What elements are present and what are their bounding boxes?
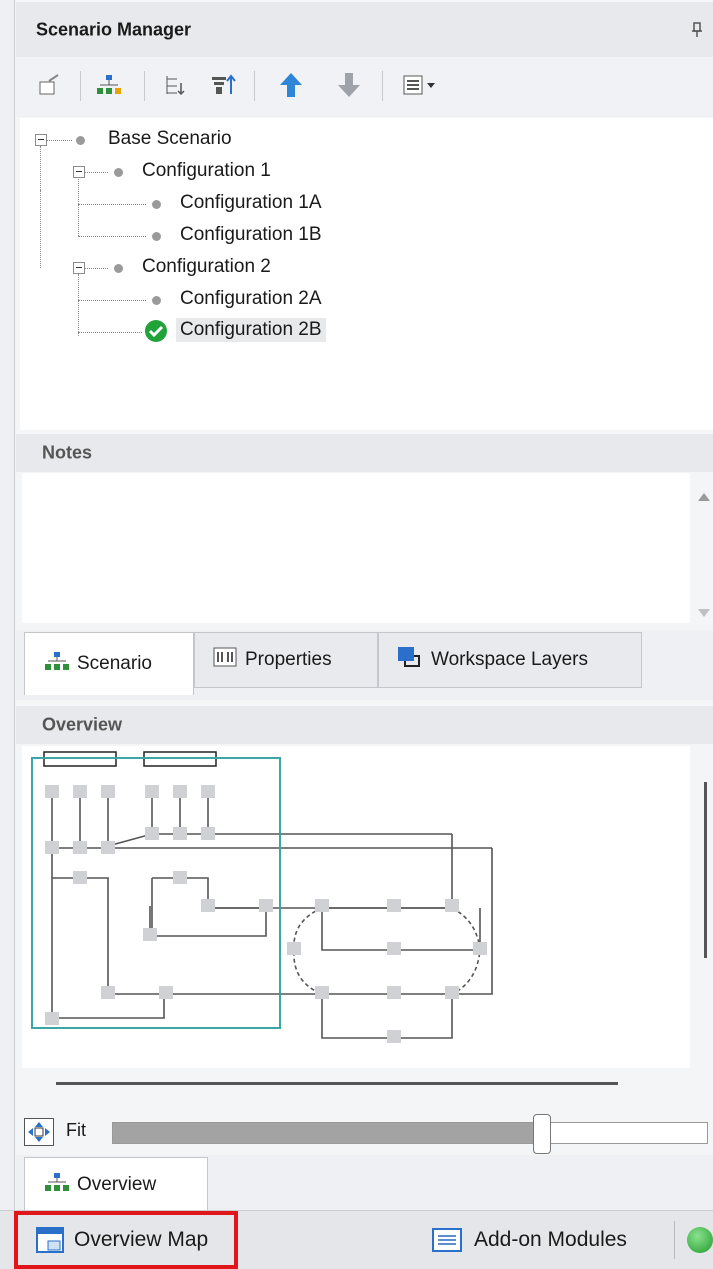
collapse-config2-toggle[interactable] (73, 262, 85, 274)
fit-icon[interactable] (24, 1118, 54, 1146)
network-diagram (31, 751, 706, 1043)
scenario-dot-icon (152, 200, 161, 209)
zoom-slider-fill (113, 1123, 541, 1143)
tree-item-configuration-1[interactable]: Configuration 1 (142, 160, 271, 182)
scenario-manager-header: Scenario Manager (16, 2, 713, 57)
scenario-dot-icon (114, 168, 123, 177)
overview-map-label: Overview Map (74, 1228, 209, 1251)
overview-map-button[interactable]: Overview Map (14, 1211, 238, 1269)
filter-tree-icon[interactable] (208, 69, 238, 101)
tab-scenario[interactable]: Scenario (24, 632, 194, 695)
properties-icon (213, 647, 237, 673)
tab-scenario-label: Scenario (77, 653, 152, 674)
fit-label[interactable]: Fit (66, 1120, 86, 1141)
scroll-down-icon[interactable] (698, 604, 710, 622)
child-scenario-icon[interactable] (94, 69, 124, 101)
scenario-icon (45, 651, 69, 677)
tab-workspace-layers-label: Workspace Layers (431, 649, 588, 670)
status-divider (674, 1221, 675, 1259)
tab-properties-label: Properties (245, 649, 332, 670)
move-down-icon[interactable] (334, 69, 364, 101)
scenario-dot-icon (152, 232, 161, 241)
tree-item-base-scenario[interactable]: Base Scenario (108, 128, 232, 150)
tree-item-configuration-2a[interactable]: Configuration 2A (180, 288, 322, 310)
scenario-dot-icon (76, 136, 85, 145)
tree-item-configuration-2b[interactable]: Configuration 2B (176, 318, 326, 342)
notes-scrollbar[interactable] (694, 476, 713, 624)
overview-vertical-scrollbar[interactable] (704, 782, 707, 958)
scenario-dot-icon (152, 296, 161, 305)
tree-item-configuration-2[interactable]: Configuration 2 (142, 256, 271, 278)
scenario-tree: Base Scenario Configuration 1 Configurat… (20, 118, 713, 430)
overview-icon (45, 1172, 69, 1198)
notes-textarea[interactable] (22, 473, 690, 623)
panel-tabstrip: Scenario Properties Workspace Layers (16, 630, 713, 700)
pin-icon[interactable] (691, 22, 703, 38)
overview-tabstrip: Overview (16, 1155, 713, 1211)
move-up-icon[interactable] (276, 69, 306, 101)
overview-horizontal-scrollbar[interactable] (56, 1082, 618, 1085)
overview-header: Overview (16, 706, 713, 744)
status-bar: Overview Map Add-on Modules (0, 1210, 713, 1269)
notes-title: Notes (42, 442, 93, 463)
view-options-icon[interactable] (400, 69, 444, 101)
scenario-dot-icon (114, 264, 123, 273)
tab-overview-label: Overview (77, 1173, 157, 1195)
overview-map-canvas[interactable] (22, 746, 706, 1068)
tab-overview[interactable]: Overview (24, 1157, 208, 1211)
tab-workspace-layers[interactable]: Workspace Layers (378, 632, 642, 688)
addon-modules-button[interactable]: Add-on Modules (432, 1211, 627, 1269)
notes-header: Notes (16, 434, 713, 472)
zoom-slider-thumb[interactable] (533, 1114, 551, 1154)
status-indicator-icon (687, 1227, 713, 1253)
overview-map-icon (36, 1227, 64, 1253)
addon-modules-icon (432, 1228, 462, 1252)
viewport-rectangle[interactable] (31, 757, 281, 1029)
tree-item-configuration-1b[interactable]: Configuration 1B (180, 224, 322, 246)
collapse-base-toggle[interactable] (35, 134, 47, 146)
current-scenario-check-icon (144, 319, 168, 343)
zoom-slider[interactable] (112, 1114, 708, 1154)
tab-properties[interactable]: Properties (194, 632, 378, 688)
addon-modules-label: Add-on Modules (474, 1228, 627, 1251)
scenario-manager-title: Scenario Manager (36, 19, 192, 39)
scenario-toolbar (16, 57, 713, 117)
scroll-up-icon[interactable] (698, 488, 710, 506)
layers-icon (397, 646, 423, 674)
overview-title: Overview (42, 714, 123, 735)
expand-tree-icon[interactable] (160, 69, 190, 101)
tree-item-configuration-1a[interactable]: Configuration 1A (180, 192, 322, 214)
collapse-config1-toggle[interactable] (73, 166, 85, 178)
new-scenario-icon[interactable] (34, 69, 64, 101)
